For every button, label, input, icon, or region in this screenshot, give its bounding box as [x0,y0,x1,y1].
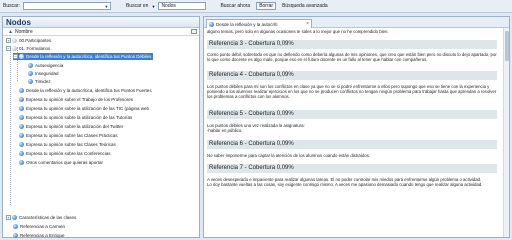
coded-text: Los puntos débiles para mí son los confl… [207,84,497,99]
tree-node-label: Expresa tu opinión sobre las Conferencia… [26,151,111,156]
chevron-down-icon[interactable]: ▼ [104,4,109,9]
expand-icon[interactable]: + [6,38,11,43]
coded-text: alguno temas, pero solo en algunas ocasi… [207,29,389,34]
document-body: alguno temas, pero solo en algunas ocasi… [204,28,509,237]
column-header-name[interactable]: ▲ Nombre [3,28,199,36]
tree-node-label: Otros comentarios que quieras aportar [26,160,104,165]
document-panel: Desde la reflexión y la autocríti × algu… [203,16,510,238]
busqueda-avanzada-button[interactable]: Búsqueda avanzada [279,2,331,10]
reference-header: Referencia 7 - Cobertura 0,09% [207,164,497,173]
vertical-scrollbar[interactable] [503,28,509,237]
tree-node[interactable]: Timidez [28,78,51,85]
tree-node[interactable]: Referencias a Enrique [13,232,65,239]
tree-node[interactable]: Expresa tu opinión sobre las Clases Prác… [19,132,118,139]
coded-text: Los puntos débiles una vez realizada la … [207,123,305,133]
node-icon [19,160,24,165]
coded-text: Como punto débil, sobretodo es que no de… [207,52,497,62]
tree-node[interactable]: Referencias a Carmen [13,223,65,230]
tree-node-label: Referencias a Carmen [20,224,66,229]
find-toolbar: Buscar: ▼ Buscar en ▼ Nodos Buscar ahora… [0,0,512,13]
tree-node-label: Inseguridad [35,71,59,76]
tree-node-label: Expresa tu opinión sobre el Trabajo de l… [26,97,134,102]
node-icon [12,215,17,220]
tree-node-label: 01. Formularios [19,46,51,51]
node-icon [209,21,214,27]
node-icon [19,115,24,120]
buscar-ahora-button[interactable]: Buscar ahora [217,2,253,10]
tree-node-label: Expresa tu opinión sobre las Clases Teór… [26,142,116,147]
buscar-en-value: Nodos [161,3,176,9]
reference-header: Referencia 4 - Cobertura 0,09% [207,71,497,80]
coded-text: A veces desesperado e impaciente para re… [207,177,483,187]
tree-node[interactable]: + 00.Participantes [6,37,51,44]
tree-node[interactable]: Expresa tu opinión sobre las Conferencia… [19,150,111,157]
tab-document[interactable]: Desde la reflexión y la autocríti × [206,19,312,28]
node-icon [13,233,18,238]
node-icon [19,106,24,111]
buscar-en-dropdown-icon[interactable]: ▼ [151,4,155,9]
tree-node-label: Referencias a Enrique [20,233,65,238]
expand-icon[interactable]: + [6,215,11,220]
nodes-panel: Nodos ▲ Nombre + 00.Participantes − 01. … [2,16,200,238]
search-input[interactable]: ▼ [22,2,111,10]
tree-node[interactable]: Expresa tu opinión sobre el Trabajo de l… [19,96,133,103]
buscar-en-label: Buscar en [125,3,149,9]
tree-node[interactable]: − 01. Formularios [6,45,50,52]
collapse-icon[interactable]: − [6,46,11,51]
tree-node[interactable]: Expresa tu opinión sobre las Clases Teór… [19,141,116,148]
tree-node[interactable]: Autoexigencia [28,62,63,69]
document-tabbar: Desde la reflexión y la autocríti × [204,17,509,28]
reference-header: Referencia 6 - Cobertura 0,09% [207,140,497,149]
tree-node-label: Expresa tu opinión sobre las Clases Prác… [26,133,118,138]
tree-node-label: Desde la reflexión y la autocrítica, ide… [26,88,152,93]
borrar-button[interactable]: Borrar [256,2,277,10]
reference-header: Referencia 3 - Cobertura 0,09% [207,40,497,49]
node-icon [19,97,24,102]
tree-node-selected[interactable]: − Desde la reflexión y la autocrítica, i… [13,53,154,60]
scrollbar-thumb[interactable] [505,31,509,61]
tree-node[interactable]: Expresa tu opinión sobre la utilización … [19,114,132,121]
node-icon [28,71,33,76]
buscar-label: Buscar: [3,3,20,9]
tree-node-label: Timidez [35,79,51,84]
node-icon [28,63,33,68]
buscar-en-select[interactable]: Nodos [158,2,207,10]
node-icon [12,46,17,51]
tree-node[interactable]: Expresa tu opinión sobre la utilización … [19,123,123,130]
node-icon [19,54,24,59]
column-header-label: Nombre [14,28,33,35]
tree-node[interactable]: Otros comentarios que quieras aportar [19,159,103,166]
tree-node-label: Características de las clases [19,215,77,220]
tree-node-label: Autoexigencia [35,63,64,68]
node-icon [19,124,24,129]
close-icon[interactable]: × [306,21,309,27]
tab-label: Desde la reflexión y la autocríti [216,21,278,27]
node-icon [28,79,33,84]
sort-icon: ▲ [8,28,13,35]
tree-node-label: Expresa tu opinión sobre la utilización … [26,124,124,129]
tree-node-label: Desde la reflexión y la autocrítica, ide… [26,54,152,59]
coded-text: No saber imponerme para captar la atenci… [207,153,371,158]
nodes-title: Nodos [3,17,199,28]
column-chooser-icon[interactable] [191,29,197,34]
node-icon [19,133,24,138]
node-icon [12,38,17,43]
collapse-icon[interactable]: − [13,54,18,59]
tree-node[interactable]: Expresa tu opinión sobre la utilización … [19,105,149,112]
node-icon [19,151,24,156]
node-icon [19,88,24,93]
tree-node[interactable]: Inseguridad [28,70,59,77]
tree-node-label: Expresa tu opinión sobre la utilización … [26,115,133,120]
reference-header: Referencia 5 - Cobertura 0,09% [207,110,497,119]
node-icon [19,142,24,147]
tree-node[interactable]: + Características de las clases [6,214,76,221]
tree-node-label: Expresa tu opinión sobre la utilización … [26,106,149,111]
node-icon [13,224,18,229]
tree-node[interactable]: Desde la reflexión y la autocrítica, ide… [19,87,152,94]
tree-node-label: 00.Participantes [19,38,52,43]
tree-guide-line [10,47,11,205]
